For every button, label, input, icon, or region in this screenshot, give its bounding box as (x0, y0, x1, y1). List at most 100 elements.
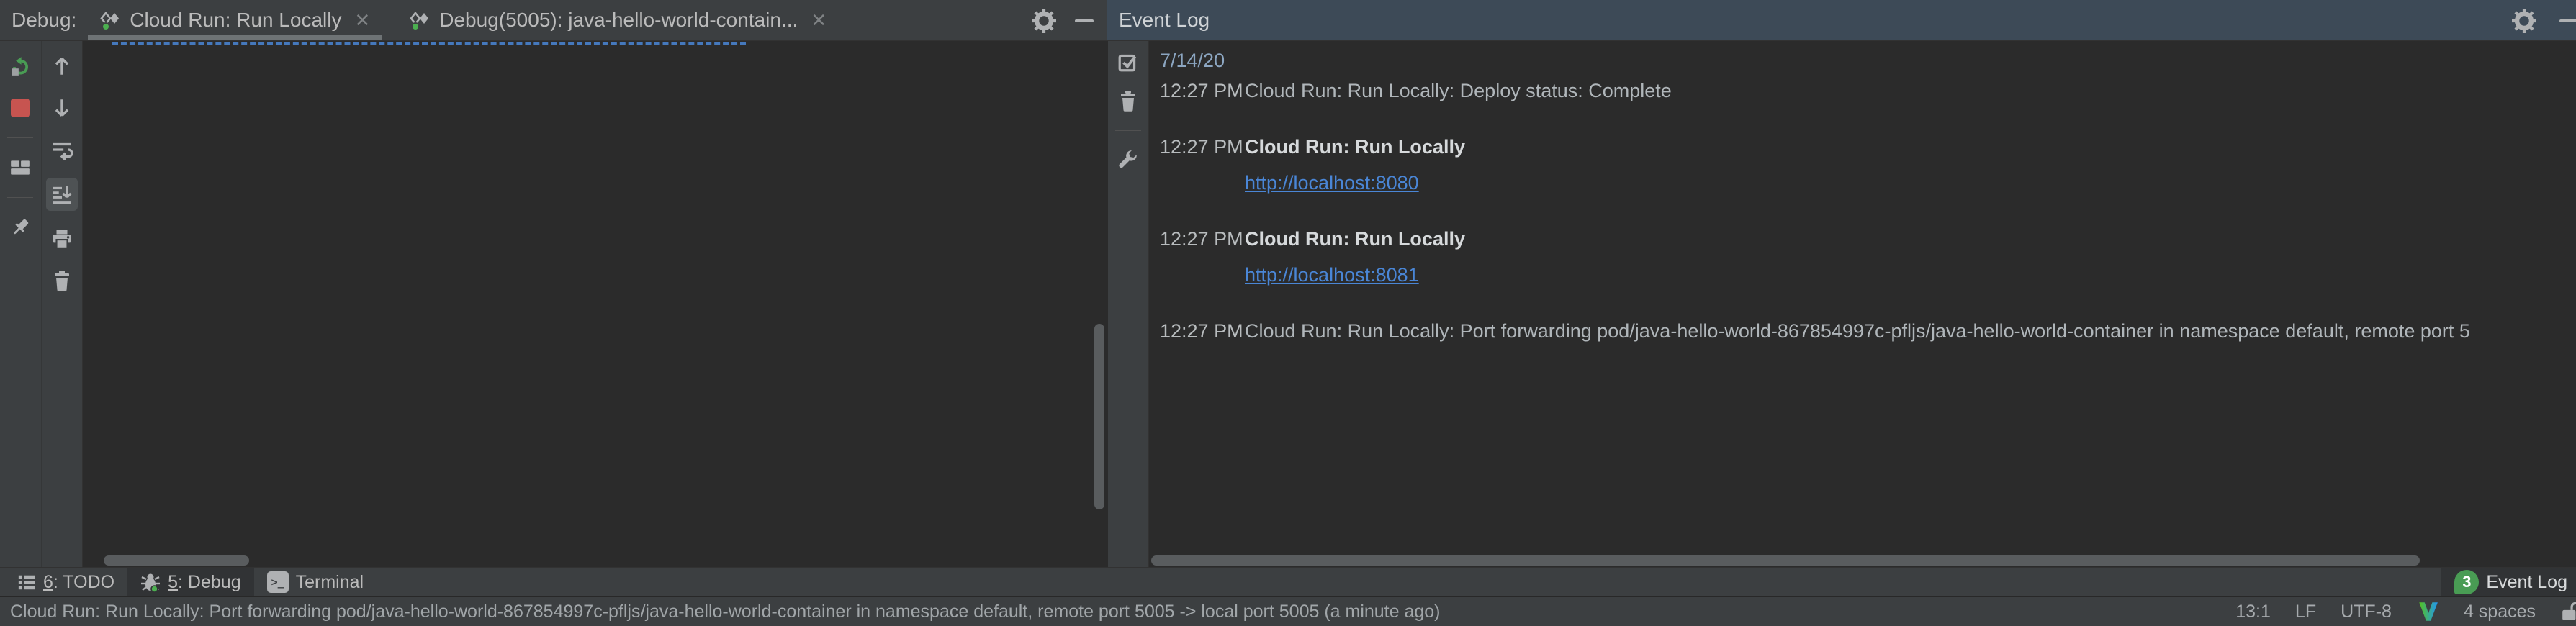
cloud-code-status-icon[interactable] (2416, 602, 2439, 622)
caret-position-widget[interactable]: 13:1 (2235, 602, 2271, 622)
toolbar-divider (7, 137, 33, 138)
event-body: Cloud Run: Run Locally: Port forwarding … (1245, 313, 2470, 349)
event-log-header: Event Log (1107, 0, 2576, 41)
console-line (91, 416, 1107, 447)
tab-label: Debug(5005): java-hello-world-contain... (439, 9, 798, 32)
tool-window-tab-terminal[interactable]: >_ Terminal (254, 568, 377, 596)
event-body: Cloud Run: Run Locally: Deploy status: C… (1245, 73, 1672, 109)
event-timestamp: 12:27 PM (1153, 73, 1245, 109)
event-count-badge: 3 (2454, 570, 2479, 594)
indent-widget[interactable]: 4 spaces (2464, 602, 2536, 622)
event-log-hide-panel-icon[interactable] (2553, 0, 2576, 41)
debug-header-label: Debug: (12, 9, 76, 32)
encoding-widget[interactable]: UTF-8 (2341, 602, 2392, 622)
console-controls-column (41, 41, 83, 567)
tab-label: Terminal (296, 572, 364, 593)
console-line (91, 137, 1107, 168)
event-title: Cloud Run: Run Locally: Port forwarding … (1245, 313, 2470, 349)
toolbar-divider (1115, 130, 1141, 131)
status-widgets: 13:1 LF UTF-8 4 spaces (2221, 601, 2576, 622)
tab-label: Cloud Run: Run Locally (130, 9, 341, 32)
soft-wrap-icon[interactable] (46, 136, 78, 163)
tab-debug-5005[interactable]: Debug(5005): java-hello-world-contain...… (397, 0, 838, 40)
event-log-entry: 12:27 PM Cloud Run: Run Locally: Port fo… (1153, 313, 2576, 349)
console-line (91, 447, 1107, 478)
tab-cloud-run-run-locally[interactable]: Cloud Run: Run Locally ✕ (88, 0, 382, 40)
event-log-settings-gear-icon[interactable] (2508, 0, 2540, 41)
console-line (91, 292, 1107, 323)
debug-header: Debug: Cloud Run: Run Locally ✕ Deb (0, 0, 1107, 41)
event-link-line: http://localhost:8081 (1245, 257, 1465, 293)
console-horizontal-scrollbar[interactable] (104, 555, 249, 566)
localhost-link[interactable]: http://localhost:8080 (1245, 172, 1419, 194)
event-log-entry: 12:27 PM Cloud Run: Run Locally http://l… (1153, 129, 2576, 201)
toolbar-divider (7, 197, 33, 198)
console-line (91, 106, 1107, 137)
event-body: Cloud Run: Run Locally http://localhost:… (1245, 129, 1465, 201)
console-lines (84, 41, 1107, 567)
line-ending-widget[interactable]: LF (2295, 602, 2316, 622)
log-settings-wrench-icon[interactable] (1117, 150, 1139, 171)
print-icon[interactable] (46, 225, 78, 253)
tool-window-bar: 6: TODO 5: Debug >_ Terminal 3 (0, 567, 2576, 597)
console-vertical-scrollbar[interactable] (1094, 324, 1104, 509)
mark-all-read-icon[interactable] (1117, 51, 1139, 73)
event-log-entry: 12:27 PM Cloud Run: Run Locally: Deploy … (1153, 73, 2576, 109)
cloud-code-icon (99, 9, 121, 31)
tool-window-tab-event-log[interactable]: 3 Event Log (2441, 568, 2576, 596)
console-line (91, 478, 1107, 509)
event-log-title: Event Log (1119, 9, 1210, 32)
event-log-panel: 7/14/20 12:27 PM Cloud Run: Run Locally:… (1108, 41, 2576, 567)
tool-window-tab-todo[interactable]: 6: TODO (4, 568, 127, 596)
event-log-entries: 12:27 PM Cloud Run: Run Locally: Deploy … (1153, 73, 2576, 349)
todo-list-icon (17, 573, 36, 591)
console-line (91, 354, 1107, 385)
clipped-console-line (112, 42, 746, 45)
event-log-horizontal-scrollbar[interactable] (1151, 555, 2420, 566)
status-message: Cloud Run: Run Locally: Port forwarding … (0, 602, 2221, 622)
up-stack-arrow-icon[interactable] (46, 53, 78, 80)
tab-label: Event Log (2486, 572, 2567, 593)
event-log-date: 7/14/20 (1153, 41, 2576, 73)
status-bar: Cloud Run: Run Locally: Port forwarding … (0, 597, 2576, 626)
close-icon[interactable]: ✕ (811, 9, 827, 32)
event-timestamp: 12:27 PM (1153, 129, 1245, 201)
console-line (91, 76, 1107, 106)
stop-icon[interactable] (4, 94, 36, 122)
console-line (91, 230, 1107, 261)
clear-console-trash-icon[interactable] (46, 267, 78, 294)
event-title: Cloud Run: Run Locally: Deploy status: C… (1245, 73, 1672, 109)
event-log-content: 7/14/20 12:27 PM Cloud Run: Run Locally:… (1153, 41, 2576, 567)
event-link-line: http://localhost:8080 (1245, 165, 1465, 201)
hide-panel-icon[interactable] (1068, 0, 1100, 41)
pin-tab-icon[interactable] (4, 214, 36, 241)
tab-label: 5: Debug (168, 572, 240, 593)
rerun-icon[interactable] (4, 53, 36, 80)
clear-log-trash-icon[interactable] (1118, 90, 1138, 112)
down-stack-arrow-icon[interactable] (46, 94, 78, 122)
scroll-to-end-icon[interactable] (46, 178, 78, 211)
event-title: Cloud Run: Run Locally (1245, 221, 1465, 257)
debug-console[interactable] (84, 41, 1107, 567)
run-controls-column (0, 41, 41, 567)
event-timestamp: 12:27 PM (1153, 313, 1245, 349)
event-timestamp: 12:27 PM (1153, 221, 1245, 293)
console-line (91, 199, 1107, 230)
tool-window-tab-debug[interactable]: 5: Debug (127, 568, 253, 596)
console-line (91, 323, 1107, 354)
event-body: Cloud Run: Run Locally http://localhost:… (1245, 221, 1465, 293)
event-log-entry: 12:27 PM Cloud Run: Run Locally http://l… (1153, 221, 2576, 293)
localhost-link[interactable]: http://localhost:8081 (1245, 264, 1419, 286)
debug-toolbars (0, 41, 83, 567)
cloud-code-icon (409, 9, 431, 31)
console-line (91, 509, 1107, 540)
event-title: Cloud Run: Run Locally (1245, 129, 1465, 165)
tab-label: 6: TODO (43, 572, 114, 593)
event-log-toolbar (1108, 41, 1149, 567)
console-line (91, 168, 1107, 199)
terminal-icon: >_ (267, 571, 289, 593)
restore-layout-icon[interactable] (4, 154, 36, 181)
settings-gear-icon[interactable] (1028, 0, 1060, 41)
unlock-icon[interactable] (2560, 601, 2576, 622)
close-icon[interactable]: ✕ (354, 9, 370, 32)
